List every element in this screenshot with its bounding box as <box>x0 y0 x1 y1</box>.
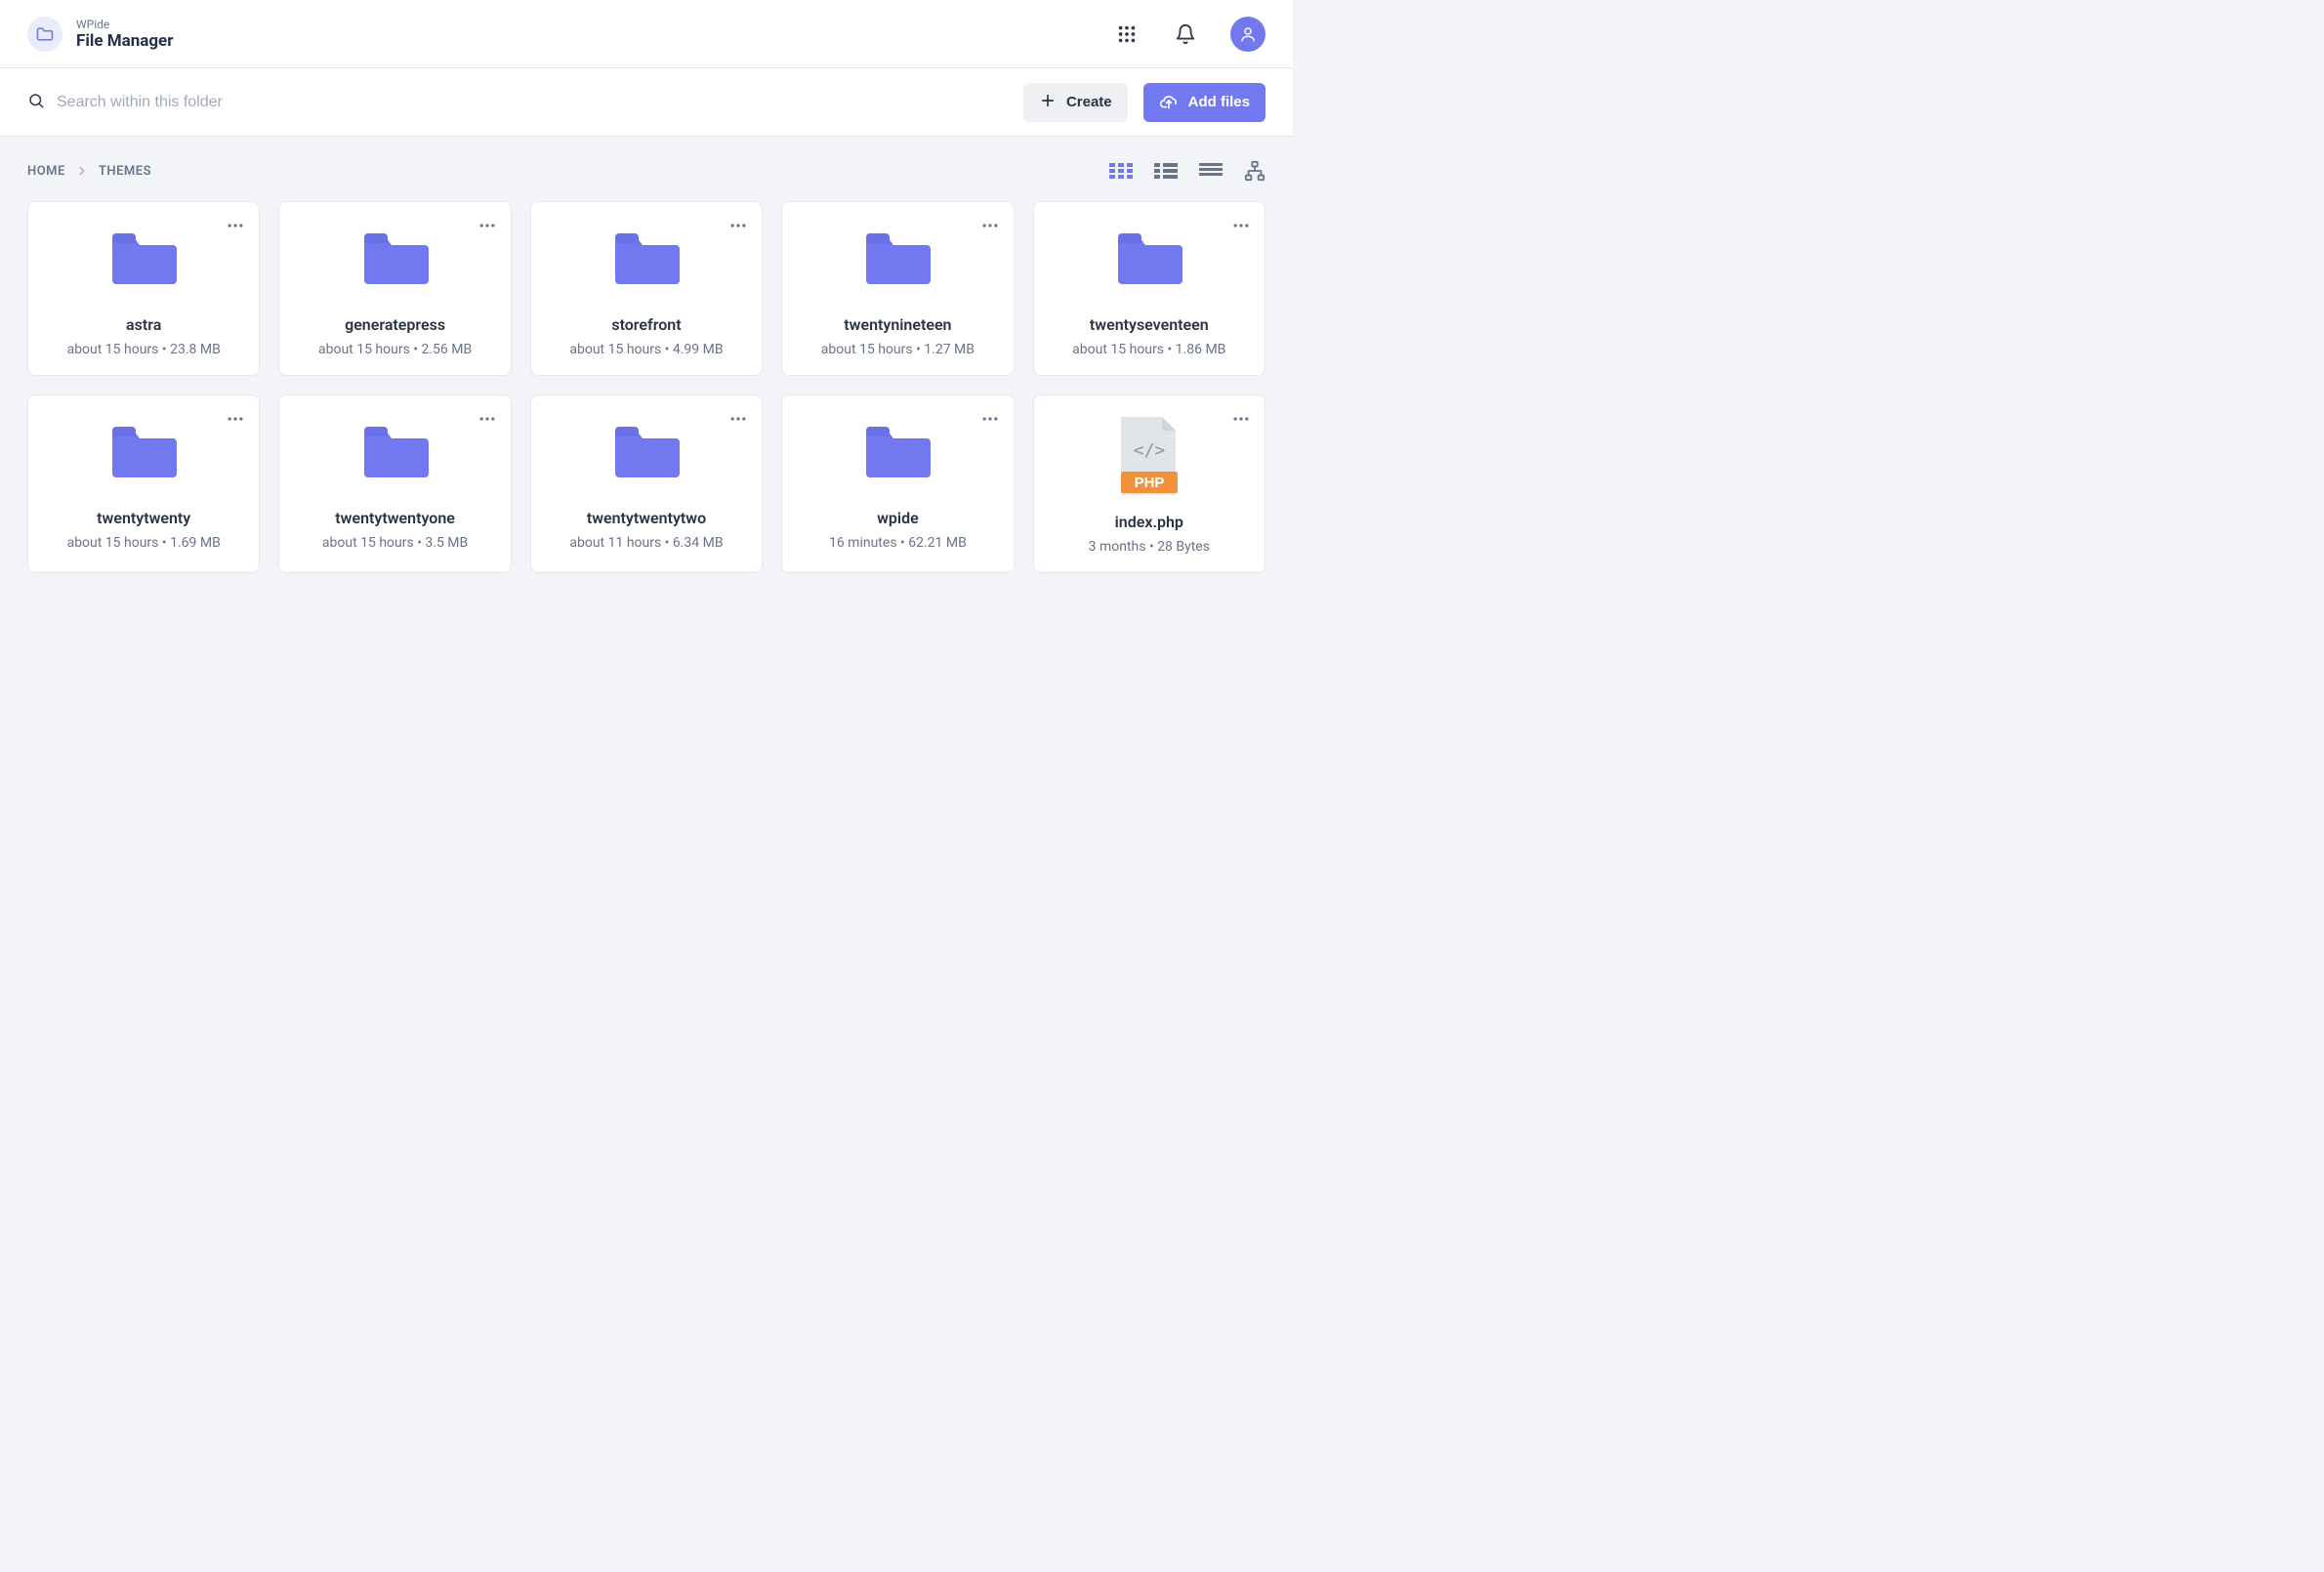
svg-text:PHP: PHP <box>1134 475 1164 491</box>
notifications-icon[interactable] <box>1172 21 1199 48</box>
card-meta: about 15 hours • 2.56 MB <box>318 342 472 357</box>
card-meta: about 15 hours • 3.5 MB <box>322 535 468 551</box>
folder-card[interactable]: astra about 15 hours • 23.8 MB <box>27 201 260 376</box>
card-menu-icon[interactable] <box>1231 409 1251 433</box>
php-file-icon: </> PHP <box>1119 417 1180 499</box>
folder-icon <box>362 425 429 481</box>
search-input[interactable] <box>57 94 408 111</box>
card-menu-icon[interactable] <box>226 216 245 239</box>
folder-card[interactable]: wpide 16 minutes • 62.21 MB <box>781 394 1014 573</box>
card-menu-icon[interactable] <box>1231 216 1251 239</box>
add-files-button[interactable]: Add files <box>1143 83 1266 122</box>
card-name: twentytwenty <box>97 509 190 527</box>
search-icon <box>27 92 45 113</box>
card-meta: 16 minutes • 62.21 MB <box>829 535 967 551</box>
card-meta: 3 months • 28 Bytes <box>1089 539 1210 555</box>
card-name: twentyseventeen <box>1090 315 1209 334</box>
card-menu-icon[interactable] <box>980 409 1000 433</box>
folder-icon <box>362 231 429 288</box>
folder-card[interactable]: twentyseventeen about 15 hours • 1.86 MB <box>1033 201 1266 376</box>
folder-card[interactable]: storefront about 15 hours • 4.99 MB <box>530 201 763 376</box>
card-meta: about 15 hours • 1.27 MB <box>821 342 975 357</box>
folder-card[interactable]: twentytwentyone about 15 hours • 3.5 MB <box>278 394 511 573</box>
folder-icon <box>613 425 680 481</box>
folder-icon <box>864 231 931 288</box>
card-menu-icon[interactable] <box>728 216 748 239</box>
folder-card[interactable]: twentytwentytwo about 11 hours • 6.34 MB <box>530 394 763 573</box>
user-avatar[interactable] <box>1230 17 1266 52</box>
create-button-label: Create <box>1066 94 1112 110</box>
folder-icon <box>1116 231 1183 288</box>
card-meta: about 15 hours • 23.8 MB <box>67 342 221 357</box>
card-name: astra <box>126 315 161 334</box>
brand-eyebrow: WPide <box>76 18 173 31</box>
breadcrumb: HOME THEMES <box>27 164 151 179</box>
view-tree-icon[interactable] <box>1244 160 1266 182</box>
card-name: twentynineteen <box>844 315 951 334</box>
card-meta: about 11 hours • 6.34 MB <box>569 535 723 551</box>
card-name: index.php <box>1115 513 1183 531</box>
card-meta: about 15 hours • 1.86 MB <box>1072 342 1225 357</box>
card-menu-icon[interactable] <box>980 216 1000 239</box>
chevron-right-icon <box>75 164 89 178</box>
view-detailed-list-icon[interactable] <box>1154 163 1178 179</box>
folder-icon <box>110 425 177 481</box>
folder-icon <box>613 231 680 288</box>
brand-title: File Manager <box>76 31 173 51</box>
plus-icon <box>1039 92 1057 113</box>
card-menu-icon[interactable] <box>477 216 497 239</box>
apps-grid-icon[interactable] <box>1113 21 1141 48</box>
folder-card[interactable]: twentynineteen about 15 hours • 1.27 MB <box>781 201 1014 376</box>
card-name: wpide <box>877 509 919 527</box>
card-name: twentytwentyone <box>335 509 455 527</box>
breadcrumb-current: THEMES <box>99 164 151 179</box>
card-name: storefront <box>611 315 681 334</box>
card-menu-icon[interactable] <box>226 409 245 433</box>
folder-icon <box>110 231 177 288</box>
view-compact-list-icon[interactable] <box>1199 163 1223 179</box>
view-grid-icon[interactable] <box>1109 163 1133 179</box>
file-card[interactable]: </> PHP index.php 3 months • 28 Bytes <box>1033 394 1266 573</box>
card-name: twentytwentytwo <box>587 509 706 527</box>
folder-card[interactable]: twentytwenty about 15 hours • 1.69 MB <box>27 394 260 573</box>
svg-text:</>: </> <box>1134 440 1166 461</box>
card-menu-icon[interactable] <box>728 409 748 433</box>
add-files-button-label: Add files <box>1188 94 1250 110</box>
card-meta: about 15 hours • 4.99 MB <box>569 342 723 357</box>
create-button[interactable]: Create <box>1023 83 1128 122</box>
folder-card[interactable]: generatepress about 15 hours • 2.56 MB <box>278 201 511 376</box>
card-menu-icon[interactable] <box>477 409 497 433</box>
card-name: generatepress <box>345 315 445 334</box>
breadcrumb-home[interactable]: HOME <box>27 164 65 179</box>
upload-cloud-icon <box>1159 91 1179 114</box>
folder-icon <box>864 425 931 481</box>
app-logo-icon <box>27 17 62 52</box>
card-meta: about 15 hours • 1.69 MB <box>67 535 221 551</box>
